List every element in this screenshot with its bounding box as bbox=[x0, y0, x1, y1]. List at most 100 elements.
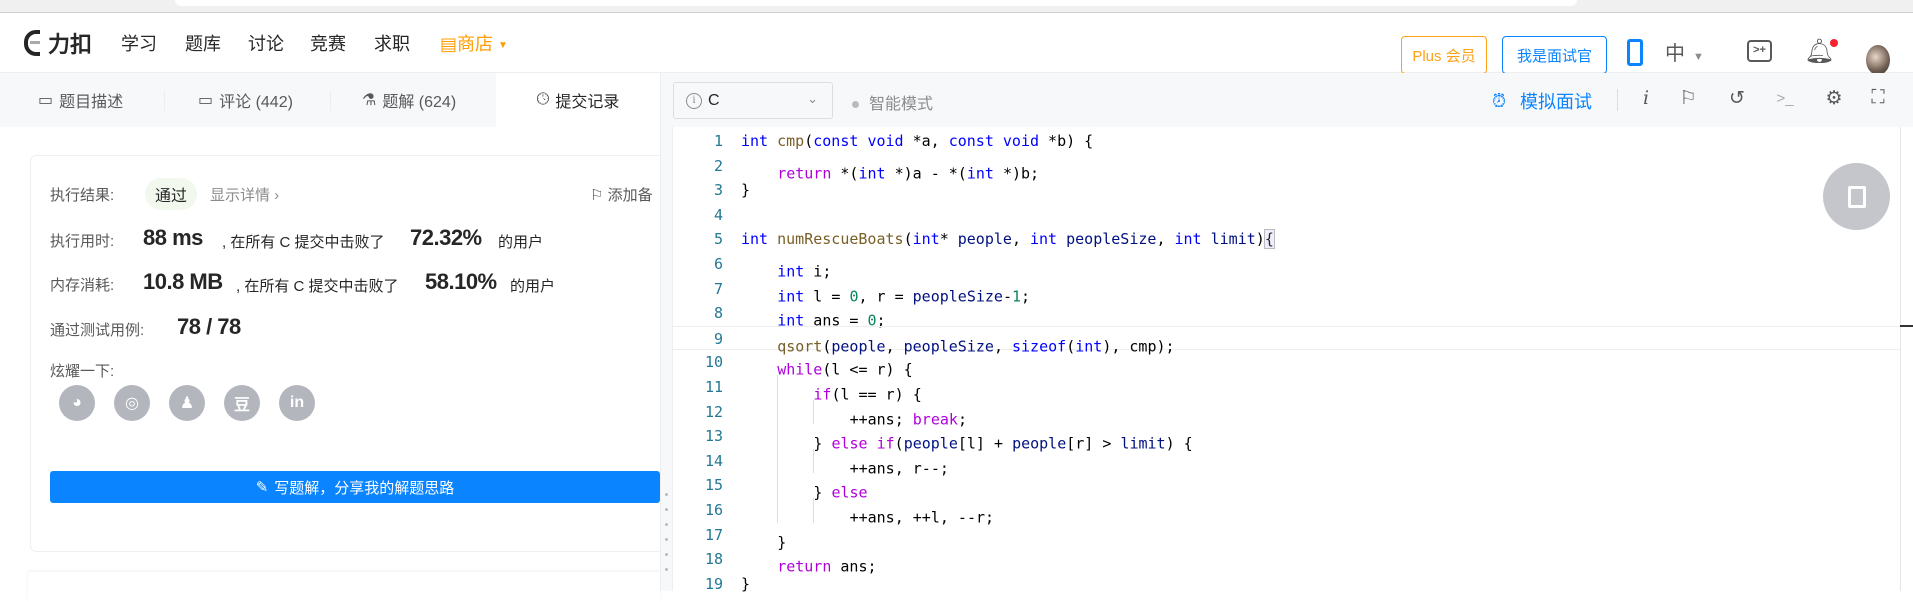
linkedin-icon[interactable]: in bbox=[279, 385, 315, 421]
indent-guide bbox=[777, 424, 813, 449]
line-number: 2 bbox=[713, 156, 723, 175]
panel-resize-handle[interactable] bbox=[660, 73, 672, 591]
code-token: cmp bbox=[777, 132, 805, 150]
settings-icon[interactable]: ⚙ bbox=[1822, 87, 1846, 110]
interviewer-button[interactable]: 我是面试官 bbox=[1502, 36, 1607, 74]
notification-dot bbox=[1830, 39, 1839, 47]
add-note-button[interactable]: ⚐ 添加备 bbox=[590, 184, 653, 205]
mock-interview-button[interactable]: ⏰︎ 模拟面试 bbox=[1492, 88, 1592, 114]
tab-label: 题目描述 bbox=[59, 94, 124, 111]
flask-icon: ⚗ bbox=[362, 92, 377, 109]
language-switcher[interactable]: 中 ▼ bbox=[1665, 37, 1704, 66]
show-details-link[interactable]: 显示详情 › bbox=[210, 184, 279, 205]
code-token: } bbox=[741, 181, 751, 200]
editor-scrollbar[interactable] bbox=[1900, 127, 1901, 591]
console-icon[interactable]: >_ bbox=[1773, 90, 1797, 107]
indent-guide bbox=[741, 547, 777, 572]
code-line[interactable]: 3} bbox=[673, 178, 1901, 203]
info-icon[interactable]: i bbox=[1634, 87, 1658, 109]
code-line[interactable]: 19} bbox=[673, 572, 1901, 597]
code-line[interactable]: 13} else if(people[l] + people[r] > limi… bbox=[673, 424, 1901, 453]
avatar[interactable] bbox=[1866, 45, 1890, 75]
language-select[interactable]: i C ⌄ bbox=[673, 82, 833, 119]
nav-learn[interactable]: 学习 bbox=[121, 30, 157, 56]
mobile-icon[interactable] bbox=[1627, 39, 1643, 66]
write-solution-button[interactable]: ✎ 写题解，分享我的解题思路 bbox=[50, 471, 660, 503]
pencil-icon: ✎ bbox=[255, 479, 269, 496]
qq-icon[interactable]: ♟ bbox=[169, 385, 205, 421]
code-token: numRescueBoats bbox=[777, 230, 904, 249]
flag-icon: ⚐ bbox=[590, 187, 608, 204]
browser-top-strip bbox=[0, 0, 1913, 12]
code-line[interactable]: 5 int numRescueBoats(int* people, int peo… bbox=[673, 227, 1901, 252]
indent-guide bbox=[813, 399, 849, 425]
indent-guide bbox=[741, 277, 777, 302]
nav-jobs[interactable]: 求职 bbox=[374, 30, 410, 56]
indent-guide bbox=[741, 400, 777, 425]
code-line[interactable]: 12 ++ans; break; bbox=[673, 399, 1901, 428]
tab-label: 评论 (442) bbox=[219, 94, 293, 111]
fullscreen-icon[interactable]: ⛶ bbox=[1866, 87, 1890, 109]
code-line[interactable]: 8 int ans = 0; bbox=[673, 301, 1901, 330]
code-token: const bbox=[813, 132, 859, 150]
code-line[interactable]: 7 int l = 0, r = peopleSize-1; bbox=[673, 277, 1901, 306]
memory-beat-text: , 在所有 C 提交中击败了 bbox=[236, 278, 399, 295]
flag-icon[interactable]: ⚐ bbox=[1676, 87, 1700, 110]
code-line[interactable]: 18 return ans; bbox=[673, 547, 1901, 576]
memory-percent: 58.10% bbox=[425, 269, 497, 294]
toolbar-divider bbox=[1617, 89, 1618, 111]
playground-icon[interactable]: >+ bbox=[1747, 40, 1772, 62]
nav-problems[interactable]: 题库 bbox=[185, 30, 221, 56]
editor-toolbar: i C ⌄ 智能模式 ⏰︎ 模拟面试 i ⚐ ↺ >_ ⚙ ⛶ bbox=[672, 73, 1913, 127]
line-number: 15 bbox=[704, 476, 723, 495]
nav-discuss[interactable]: 讨论 bbox=[248, 30, 284, 56]
notification-bell-icon[interactable]: 🔔︎ bbox=[1804, 37, 1839, 66]
code-line[interactable]: 4 bbox=[673, 203, 1901, 228]
code-line[interactable]: 14 ++ans, r--; bbox=[673, 448, 1901, 477]
code-line[interactable]: 11 if(l == r) { bbox=[673, 374, 1901, 404]
code-line[interactable]: 2 return *(int *)a - *(int *)b; bbox=[673, 154, 1901, 183]
line-number: 4 bbox=[713, 205, 723, 224]
code-token: } bbox=[741, 574, 751, 593]
clock-icon: 🕓︎ bbox=[536, 91, 550, 108]
weibo-icon[interactable]: ◎ bbox=[114, 385, 150, 421]
code-lines[interactable]: 1 int cmp(const void *a, const void *b) {… bbox=[673, 129, 1901, 596]
mock-interview-label: 模拟面试 bbox=[1520, 92, 1593, 112]
code-token: *a, bbox=[903, 132, 949, 150]
code-line[interactable]: 17} bbox=[673, 523, 1901, 552]
smart-mode-toggle[interactable]: 智能模式 bbox=[852, 90, 933, 114]
indent-guide bbox=[741, 424, 777, 449]
indent-guide bbox=[813, 497, 849, 523]
reset-icon[interactable]: ↺ bbox=[1725, 87, 1749, 110]
notes-button[interactable] bbox=[1823, 163, 1890, 230]
code-line[interactable]: 6 int i; bbox=[673, 252, 1901, 281]
code-line[interactable]: 1 int cmp(const void *a, const void *b) { bbox=[673, 129, 1901, 154]
douban-icon[interactable]: 豆 bbox=[224, 385, 260, 421]
line-number: 11 bbox=[704, 377, 723, 396]
top-navbar: 力扣 学习 题库 讨论 竞赛 求职 ▤商店 ▼ Plus 会员 我是面试官 中 ▼… bbox=[0, 12, 1913, 75]
line-number: 19 bbox=[704, 574, 723, 593]
runtime-value: 88 ms bbox=[143, 225, 203, 250]
tab-comments[interactable]: ▭ 评论 (442) bbox=[198, 73, 293, 127]
code-token: { bbox=[1263, 229, 1275, 250]
code-line[interactable]: 9 qsort(people, peopleSize, sizeof(int), … bbox=[673, 325, 1901, 355]
code-editor[interactable]: 1 int cmp(const void *a, const void *b) {… bbox=[672, 127, 1901, 593]
nav-contest[interactable]: 竞赛 bbox=[310, 30, 346, 56]
code-line[interactable]: 10 while(l <= r) { bbox=[673, 350, 1901, 379]
logo-text: 力扣 bbox=[48, 32, 93, 57]
tab-description[interactable]: ▭ 题目描述 bbox=[38, 73, 123, 127]
tab-submissions[interactable]: 🕓︎ 提交记录 bbox=[496, 73, 660, 127]
tab-solutions[interactable]: ⚗ 题解 (624) bbox=[362, 73, 456, 127]
runtime-percent: 72.32% bbox=[410, 225, 482, 250]
nav-shop[interactable]: ▤商店 ▼ bbox=[440, 30, 508, 56]
logo[interactable]: 力扣 bbox=[24, 27, 92, 59]
code-line[interactable]: 15} else bbox=[673, 473, 1901, 502]
book-icon bbox=[1847, 185, 1866, 208]
code-line[interactable]: 16 ++ans, ++l, --r; bbox=[673, 497, 1901, 527]
code-token: int bbox=[1174, 230, 1202, 249]
shop-label: 商店 bbox=[457, 34, 494, 54]
wechat-icon[interactable]: ◕ bbox=[59, 385, 95, 421]
plus-member-button[interactable]: Plus 会员 bbox=[1401, 36, 1487, 74]
code-token: limit bbox=[1210, 230, 1256, 249]
